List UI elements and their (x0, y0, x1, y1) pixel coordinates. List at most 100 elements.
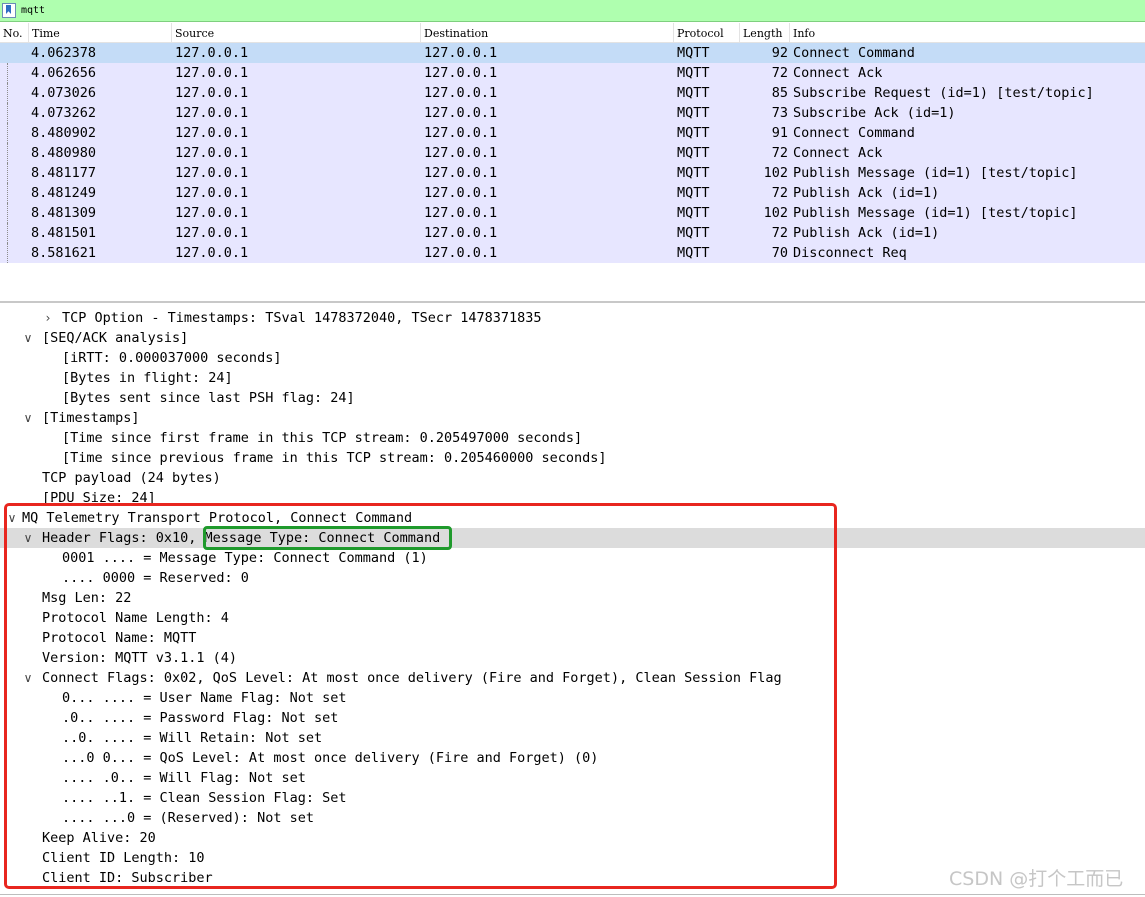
conversation-bracket (7, 103, 9, 123)
detail-line[interactable]: ∨ [SEQ/ACK analysis] (0, 328, 1145, 348)
detail-line[interactable]: [Time since previous frame in this TCP s… (0, 448, 1145, 468)
packet-time-cell: 8.581621 (31, 245, 97, 261)
packet-length-cell: 102 (763, 165, 788, 181)
annotation-green-box (203, 526, 452, 550)
packet-length-cell: 72 (771, 185, 788, 201)
column-header-destination[interactable]: Destination (421, 23, 674, 43)
detail-text: [Time since first frame in this TCP stre… (62, 430, 583, 446)
bottom-divider (0, 894, 1145, 895)
packet-dst-cell: 127.0.0.1 (424, 45, 498, 61)
packet-dst-cell: 127.0.0.1 (424, 165, 498, 181)
packet-length-cell: 70 (771, 245, 788, 261)
detail-line[interactable]: [Bytes in flight: 24] (0, 368, 1145, 388)
packet-info-cell: Connect Ack (793, 145, 883, 161)
packet-length-cell: 91 (771, 125, 788, 141)
packet-info-cell: Connect Ack (793, 65, 883, 81)
packet-info-cell: Publish Message (id=1) [test/topic] (793, 205, 1078, 221)
detail-line[interactable]: [iRTT: 0.000037000 seconds] (0, 348, 1145, 368)
packet-src-cell: 127.0.0.1 (175, 105, 249, 121)
detail-text: [Timestamps] (42, 410, 140, 426)
packet-time-cell: 8.480980 (31, 145, 97, 161)
packet-src-cell: 127.0.0.1 (175, 245, 249, 261)
packet-src-cell: 127.0.0.1 (175, 145, 249, 161)
packet-row[interactable]: 8.481309 127.0.0.1 127.0.0.1 MQTT Publish Me… (0, 203, 1145, 223)
detail-line[interactable]: › TCP Option - Timestamps: TSval 14783720… (0, 308, 1145, 328)
conversation-bracket (7, 203, 9, 223)
packet-src-cell: 127.0.0.1 (175, 225, 249, 241)
display-filter-bar[interactable]: mqtt (0, 0, 1145, 22)
display-filter-input[interactable]: mqtt (21, 5, 45, 17)
column-header-source[interactable]: Source (172, 23, 421, 43)
detail-line[interactable]: [Time since first frame in this TCP stre… (0, 428, 1145, 448)
packet-time-cell: 4.073262 (31, 105, 97, 121)
column-header-length[interactable]: Length (740, 23, 790, 43)
packet-length-cell: 72 (771, 225, 788, 241)
packet-row[interactable]: 8.481249 127.0.0.1 127.0.0.1 MQTT Publish Ac… (0, 183, 1145, 203)
chevron-down-icon[interactable]: ∨ (22, 408, 34, 428)
packet-time-cell: 8.481501 (31, 225, 97, 241)
pane-splitter[interactable] (0, 301, 1145, 303)
packet-info-cell: Publish Message (id=1) [test/topic] (793, 165, 1078, 181)
packet-dst-cell: 127.0.0.1 (424, 65, 498, 81)
conversation-bracket (7, 243, 9, 263)
detail-text: [SEQ/ACK analysis] (42, 330, 189, 346)
detail-line[interactable]: [Bytes sent since last PSH flag: 24] (0, 388, 1145, 408)
packet-row[interactable]: 8.581621 127.0.0.1 127.0.0.1 MQTT Disconnect… (0, 243, 1145, 263)
column-header-no[interactable]: No. (0, 23, 29, 43)
packet-proto-cell: MQTT (677, 205, 710, 221)
packet-proto-cell: MQTT (677, 85, 710, 101)
conversation-bracket (7, 183, 9, 203)
packet-dst-cell: 127.0.0.1 (424, 185, 498, 201)
packet-info-cell: Disconnect Req (793, 245, 907, 261)
packet-row[interactable]: 8.481501 127.0.0.1 127.0.0.1 MQTT Publish Ac… (0, 223, 1145, 243)
detail-line[interactable]: ∨ [Timestamps] (0, 408, 1145, 428)
packet-dst-cell: 127.0.0.1 (424, 85, 498, 101)
packet-length-cell: 72 (771, 65, 788, 81)
column-header-info[interactable]: Info (790, 23, 1145, 43)
detail-line[interactable]: TCP payload (24 bytes) (0, 468, 1145, 488)
packet-list[interactable]: No. Time Source Destination Protocol Len… (0, 23, 1145, 264)
packet-row[interactable]: 8.480980 127.0.0.1 127.0.0.1 MQTT Connect Ac… (0, 143, 1145, 163)
packet-dst-cell: 127.0.0.1 (424, 145, 498, 161)
chevron-down-icon[interactable]: ∨ (22, 328, 34, 348)
detail-text: TCP Option - Timestamps: TSval 147837204… (62, 310, 542, 326)
packet-length-cell: 73 (771, 105, 788, 121)
packet-time-cell: 8.481249 (31, 185, 97, 201)
packet-row[interactable]: 8.481177 127.0.0.1 127.0.0.1 MQTT Publish Me… (0, 163, 1145, 183)
packet-proto-cell: MQTT (677, 245, 710, 261)
column-header-protocol[interactable]: Protocol (674, 23, 740, 43)
packet-row[interactable]: 4.073262 127.0.0.1 127.0.0.1 MQTT Subscribe … (0, 103, 1145, 123)
bookmark-icon[interactable] (2, 3, 16, 18)
conversation-bracket (7, 143, 9, 163)
packet-row[interactable]: 8.480902 127.0.0.1 127.0.0.1 MQTT Connect Co… (0, 123, 1145, 143)
packet-length-cell: 102 (763, 205, 788, 221)
packet-src-cell: 127.0.0.1 (175, 205, 249, 221)
packet-proto-cell: MQTT (677, 145, 710, 161)
conversation-bracket (7, 123, 9, 143)
packet-info-cell: Subscribe Request (id=1) [test/topic] (793, 85, 1094, 101)
column-header-time[interactable]: Time (29, 23, 172, 43)
packet-time-cell: 8.481177 (31, 165, 97, 181)
packet-dst-cell: 127.0.0.1 (424, 225, 498, 241)
packet-length-cell: 85 (771, 85, 788, 101)
packet-info-cell: Connect Command (793, 45, 915, 61)
packet-proto-cell: MQTT (677, 45, 710, 61)
packet-time-cell: 4.062656 (31, 65, 97, 81)
packet-time-cell: 4.062378 (31, 45, 97, 61)
packet-dst-cell: 127.0.0.1 (424, 205, 498, 221)
packet-src-cell: 127.0.0.1 (175, 65, 249, 81)
packet-src-cell: 127.0.0.1 (175, 45, 249, 61)
packet-dst-cell: 127.0.0.1 (424, 245, 498, 261)
packet-proto-cell: MQTT (677, 125, 710, 141)
packet-length-cell: 92 (771, 45, 788, 61)
packet-row[interactable]: 4.073026 127.0.0.1 127.0.0.1 MQTT Subscribe … (0, 83, 1145, 103)
packet-length-cell: 72 (771, 145, 788, 161)
packet-row[interactable]: 4.062378 127.0.0.1 127.0.0.1 MQTT Connect Co… (0, 43, 1145, 63)
packet-list-header: No. Time Source Destination Protocol Len… (0, 23, 1145, 43)
chevron-right-icon[interactable]: › (42, 308, 54, 328)
packet-info-cell: Publish Ack (id=1) (793, 225, 940, 241)
packet-proto-cell: MQTT (677, 165, 710, 181)
packet-row[interactable]: 4.062656 127.0.0.1 127.0.0.1 MQTT Connect Ac… (0, 63, 1145, 83)
packet-time-cell: 8.480902 (31, 125, 97, 141)
packet-proto-cell: MQTT (677, 185, 710, 201)
